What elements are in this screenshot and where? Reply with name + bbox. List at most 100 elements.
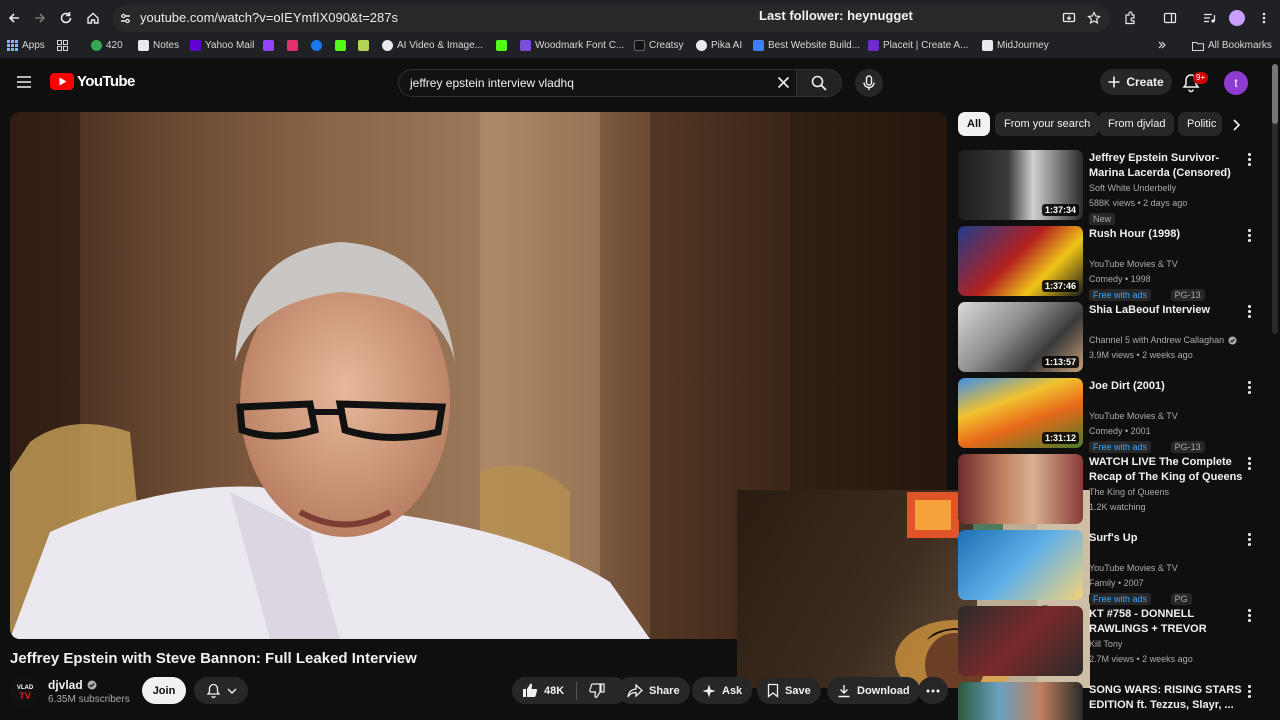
bookmark-green[interactable] — [496, 40, 507, 51]
recommendation-badge: Free with ads — [1089, 441, 1152, 453]
bookmark-kick[interactable] — [335, 40, 346, 51]
recommendation-channel[interactable]: Kill Tony — [1089, 639, 1122, 649]
recommendation-title[interactable]: Jeffrey Epstein Survivor-Marina Lacerda … — [1089, 151, 1249, 181]
recommendation-more-button[interactable] — [1246, 228, 1252, 244]
youtube-logo[interactable]: YouTube — [50, 73, 135, 90]
forward-button[interactable] — [30, 8, 50, 28]
chip-from-your-search[interactable]: From your search — [995, 112, 1100, 136]
share-button[interactable]: Share — [617, 677, 690, 704]
bookmark-tab-groups[interactable] — [57, 40, 68, 51]
bookmark-star-icon[interactable] — [1087, 11, 1101, 25]
recommendation-title[interactable]: Rush Hour (1998) — [1089, 227, 1249, 242]
recommendation-title[interactable]: Surf's Up — [1089, 531, 1249, 546]
recommendation-title[interactable]: KT #758 - DONNELL RAWLINGS + TREVOR WALL… — [1089, 607, 1249, 637]
recommendation-channel[interactable]: YouTube Movies & TV — [1089, 411, 1178, 421]
search-query-text[interactable]: jeffrey epstein interview vladhq — [410, 76, 574, 90]
all-bookmarks-button[interactable]: All Bookmarks — [1192, 40, 1272, 51]
page-scrollbar-thumb[interactable] — [1272, 64, 1278, 124]
bookmark-notes[interactable]: Notes — [138, 40, 179, 51]
recommendation-item[interactable]: 1:31:12 Joe Dirt (2001) YouTube Movies & T… — [958, 378, 1264, 453]
bookmark-website-builder[interactable]: Best Website Build... — [753, 40, 860, 51]
recommendation-item[interactable]: KT #758 - DONNELL RAWLINGS + TREVOR WALL… — [958, 606, 1264, 678]
search-button[interactable] — [796, 69, 842, 97]
bookmark-midjourney[interactable]: MidJourney — [982, 40, 1049, 51]
recommendation-title[interactable]: SONG WARS: RISING STARS EDITION ft. Tezz… — [1089, 683, 1249, 713]
create-button[interactable]: Create — [1100, 69, 1172, 95]
video-thumbnail[interactable] — [958, 606, 1083, 676]
profile-avatar[interactable] — [1229, 10, 1245, 26]
home-button[interactable] — [83, 8, 103, 28]
recommendation-channel[interactable]: YouTube Movies & TV — [1089, 259, 1178, 269]
recommendation-more-button[interactable] — [1246, 456, 1252, 472]
recommendation-title[interactable]: WATCH LIVE The Complete Recap of The Kin… — [1089, 455, 1249, 485]
channel-name[interactable]: djvlad — [48, 678, 97, 692]
recommendation-channel[interactable]: YouTube Movies & TV — [1089, 563, 1178, 573]
video-thumbnail[interactable] — [958, 530, 1083, 600]
bookmark-instagram[interactable] — [287, 40, 298, 51]
more-actions-button[interactable] — [918, 677, 948, 704]
video-thumbnail[interactable] — [958, 682, 1083, 720]
side-panel-icon[interactable] — [1163, 11, 1177, 25]
recommendation-more-button[interactable] — [1246, 152, 1252, 168]
recommendation-item[interactable]: Surf's Up YouTube Movies & TV Family • 200… — [958, 530, 1264, 605]
recommendation-item[interactable]: WATCH LIVE The Complete Recap of The Kin… — [958, 454, 1264, 526]
bookmark-yahoo-mail[interactable]: Yahoo Mail — [190, 40, 254, 51]
recommendation-more-button[interactable] — [1246, 532, 1252, 548]
browser-menu-icon[interactable] — [1258, 11, 1270, 25]
video-thumbnail[interactable]: 1:37:46 — [958, 226, 1083, 296]
back-button[interactable] — [4, 8, 24, 28]
channel-avatar[interactable]: VLAD TV — [10, 676, 40, 706]
chip-politics[interactable]: Politic — [1178, 112, 1222, 136]
more-vertical-icon-dot — [1247, 609, 1251, 612]
extensions-icon[interactable] — [1123, 11, 1137, 25]
bookmark-420[interactable]: 420 — [91, 40, 123, 51]
bookmark-creatsy[interactable]: Creatsy — [634, 40, 683, 51]
chips-scroll-right-icon[interactable] — [1232, 119, 1242, 131]
recommendation-item[interactable]: 1:37:34 Jeffrey Epstein Survivor-Marina L… — [958, 150, 1264, 225]
reload-button[interactable] — [56, 8, 76, 28]
bookmarks-overflow-button[interactable] — [1157, 40, 1167, 50]
join-button[interactable]: Join — [142, 677, 186, 704]
recommendation-more-button[interactable] — [1246, 608, 1252, 624]
thumbs-down-icon[interactable] — [589, 683, 605, 698]
bookmark-placeit[interactable]: Placeit | Create A... — [868, 40, 968, 51]
subscription-notifications-button[interactable] — [194, 677, 248, 704]
url-text[interactable]: youtube.com/watch?v=oIEYmfIX090&t=287s — [140, 10, 398, 25]
chip-from-channel[interactable]: From djvlad — [1099, 112, 1175, 136]
account-avatar[interactable]: t — [1224, 71, 1248, 95]
recommendation-meta: Family • 2007 — [1089, 578, 1144, 588]
media-controls-icon[interactable] — [1202, 11, 1216, 25]
like-button[interactable]: 48K — [522, 683, 564, 698]
bookmark-woodmark[interactable]: Woodmark Font C... — [520, 40, 624, 51]
recommendation-item[interactable]: SONG WARS: RISING STARS EDITION ft. Tezz… — [958, 682, 1264, 720]
recommendation-title[interactable]: Shia LaBeouf Interview — [1089, 303, 1249, 318]
recommendation-more-button[interactable] — [1246, 304, 1252, 320]
download-button[interactable]: Download — [827, 677, 920, 704]
video-thumbnail[interactable]: 1:13:57 — [958, 302, 1083, 372]
bookmark-twitch[interactable] — [263, 40, 274, 51]
save-button[interactable]: Save — [757, 677, 821, 704]
recommendation-item[interactable]: 1:37:46 Rush Hour (1998) YouTube Movies & … — [958, 226, 1264, 301]
ask-button[interactable]: Ask — [692, 677, 753, 704]
video-thumbnail[interactable]: 1:31:12 — [958, 378, 1083, 448]
bookmark-apps[interactable]: Apps — [7, 40, 45, 51]
recommendation-more-button[interactable] — [1246, 380, 1252, 396]
recommendation-more-button[interactable] — [1246, 684, 1252, 700]
recommendation-channel[interactable]: Channel 5 with Andrew Callaghan — [1089, 335, 1237, 345]
install-app-icon[interactable] — [1062, 11, 1076, 25]
voice-search-button[interactable] — [855, 69, 883, 97]
recommendation-item[interactable]: 1:13:57 Shia LaBeouf Interview Channel 5 w… — [958, 302, 1264, 374]
recommendation-channel[interactable]: Soft White Underbelly — [1089, 183, 1176, 193]
site-settings-icon[interactable] — [119, 12, 132, 25]
chip-all[interactable]: All — [958, 112, 991, 136]
clear-search-icon[interactable] — [777, 76, 790, 89]
bookmark-d[interactable] — [358, 40, 369, 51]
recommendation-channel[interactable]: The King of Queens — [1089, 487, 1169, 497]
video-thumbnail[interactable] — [958, 454, 1083, 524]
hamburger-menu-icon[interactable] — [16, 75, 32, 89]
bookmark-ai-video[interactable]: AI Video & Image... — [382, 40, 483, 51]
bookmark-pika[interactable]: Pika AI — [696, 40, 742, 51]
bookmark-facebook[interactable] — [311, 40, 322, 51]
video-thumbnail[interactable]: 1:37:34 — [958, 150, 1083, 220]
recommendation-title[interactable]: Joe Dirt (2001) — [1089, 379, 1249, 394]
